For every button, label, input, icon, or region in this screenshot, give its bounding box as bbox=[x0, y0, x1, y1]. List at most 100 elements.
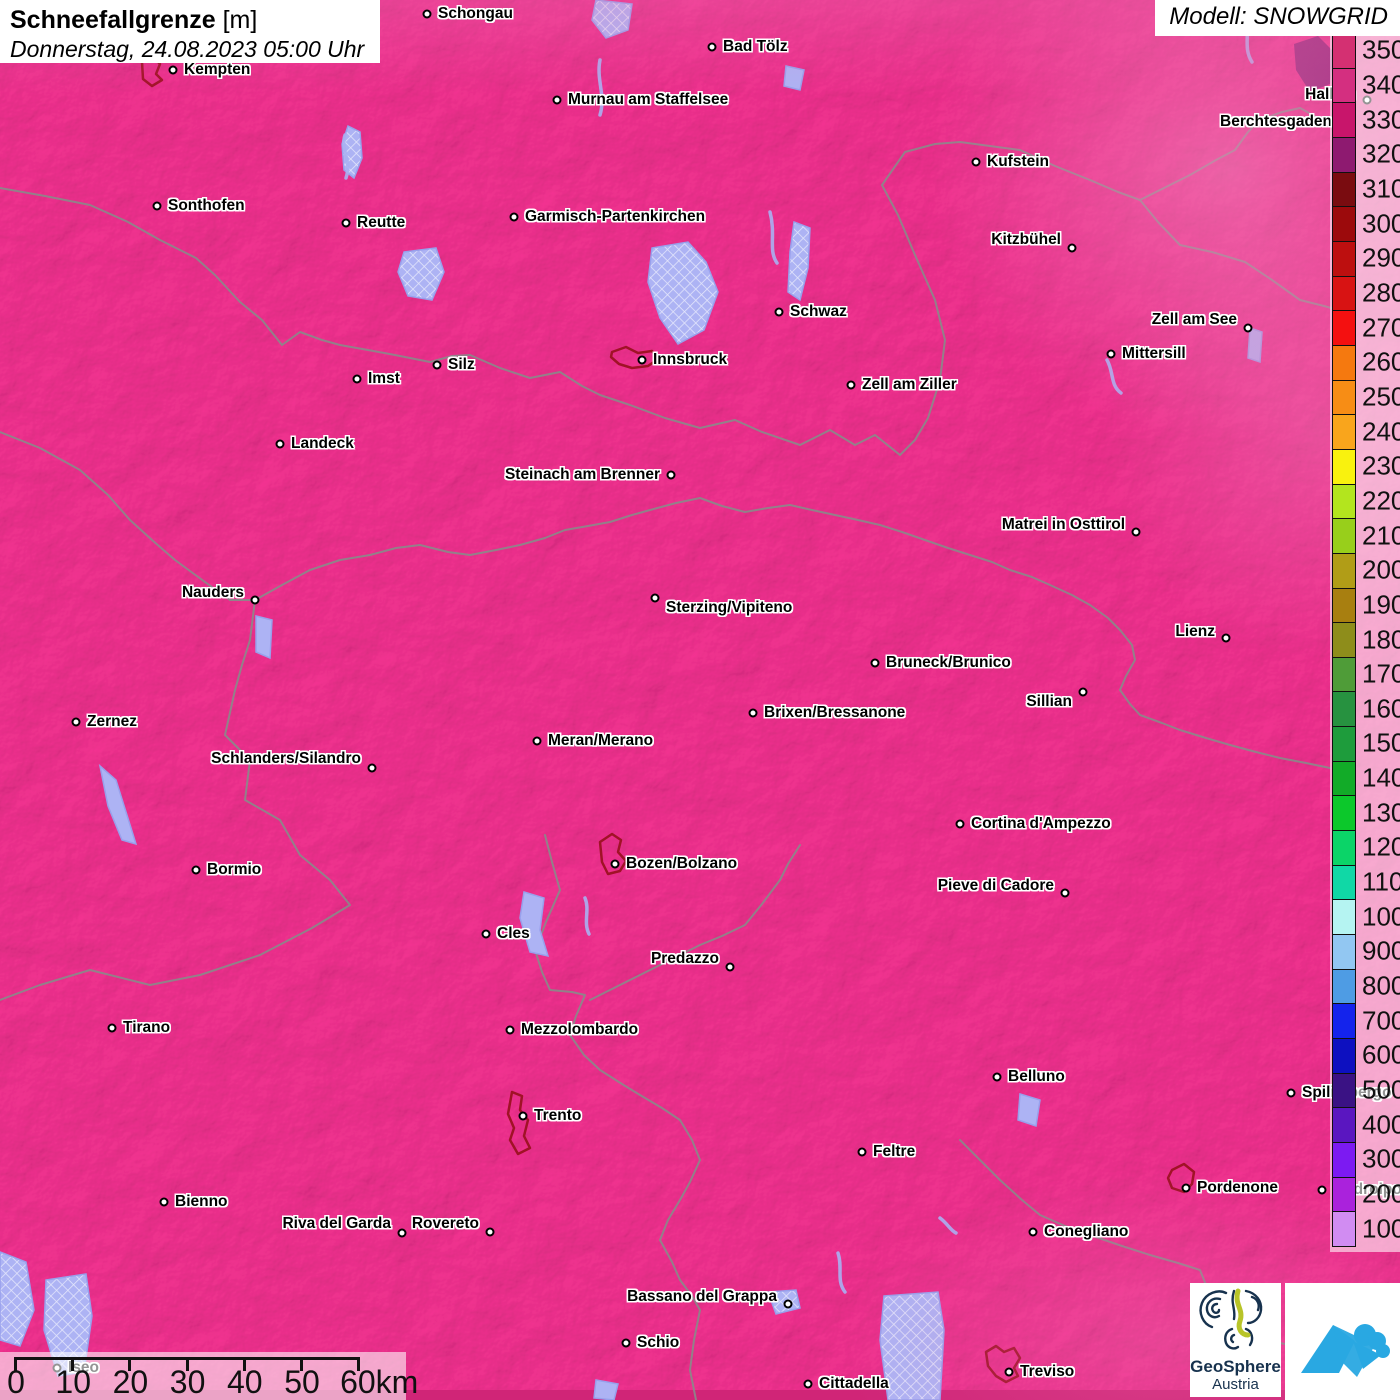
colorbar-cell-2300 bbox=[1332, 448, 1356, 485]
title-box: Schneefallgrenze [m] Donnerstag, 24.08.2… bbox=[0, 0, 380, 63]
geosphere-logo-name: GeoSphere bbox=[1190, 1357, 1281, 1376]
colorbar-cell-3300 bbox=[1332, 102, 1356, 138]
city-marker-bormio bbox=[191, 865, 201, 875]
city-marker-pieve-di-cadore bbox=[1060, 888, 1070, 898]
city-marker-schlanders-silandro bbox=[367, 763, 377, 773]
city-marker-schongau bbox=[422, 9, 432, 19]
model-label: Modell: SNOWGRID bbox=[1169, 3, 1388, 30]
city-marker-mittersill bbox=[1106, 349, 1116, 359]
city-marker-schwaz bbox=[774, 307, 784, 317]
city-label-mezzolombardo: Mezzolombardo bbox=[521, 1021, 639, 1038]
geosphere-logo-icon bbox=[1199, 1288, 1263, 1350]
city-label-kempten: Kempten bbox=[184, 61, 251, 78]
colorbar-cell-2600 bbox=[1332, 344, 1356, 381]
city-marker-matrei-in-osttirol bbox=[1131, 527, 1141, 537]
city-label-sillian: Sillian bbox=[1026, 693, 1072, 710]
city-marker-sterzing-vipiteno bbox=[650, 593, 660, 603]
city-marker-steinach-am-brenner bbox=[666, 470, 676, 480]
city-label-cles: Cles bbox=[497, 925, 530, 942]
city-label-cittadella: Cittadella bbox=[819, 1375, 889, 1392]
city-marker-schio bbox=[621, 1338, 631, 1348]
colorbar-panel: 3500 3400 33003200 3100 30002900 2800 27002600… bbox=[1330, 30, 1400, 1252]
city-marker-meran-merano bbox=[532, 736, 542, 746]
city-marker-feltre bbox=[857, 1147, 867, 1157]
city-label-bienno: Bienno bbox=[175, 1193, 228, 1210]
scale-bar-label-5: 50 bbox=[284, 1364, 320, 1400]
city-label-predazzo: Predazzo bbox=[650, 950, 719, 967]
title-main: Schneefallgrenze bbox=[10, 6, 216, 34]
city-marker-riva-del-garda bbox=[397, 1228, 407, 1238]
city-label-kufstein: Kufstein bbox=[987, 153, 1049, 170]
city-label-garmisch-partenkirchen: Garmisch-Partenkirchen bbox=[525, 208, 706, 225]
colorbar-tick-label-300: 300 bbox=[1362, 1143, 1400, 1174]
city-label-steinach-am-brenner: Steinach am Brenner bbox=[504, 466, 660, 483]
colorbar-cell-100 bbox=[1332, 1211, 1356, 1247]
city-label-meran-merano: Meran/Merano bbox=[548, 732, 654, 749]
city-marker-murnau-am-staffelsee bbox=[552, 95, 562, 105]
city-label-riva-del-garda: Riva del Garda bbox=[282, 1215, 391, 1232]
colorbar-cell-1500 bbox=[1332, 726, 1356, 762]
city-marker-bad-t-lz bbox=[707, 42, 717, 52]
city-label-reutte: Reutte bbox=[357, 214, 406, 231]
city-label-imst: Imst bbox=[368, 370, 400, 387]
colorbar-cell-3200 bbox=[1332, 136, 1356, 173]
city-marker-lienz bbox=[1221, 633, 1231, 643]
city-marker-rovereto bbox=[485, 1227, 495, 1237]
city-marker-tirano bbox=[107, 1023, 117, 1033]
city-label-nauders: Nauders bbox=[181, 584, 244, 601]
city-marker-codroipo bbox=[1317, 1185, 1327, 1195]
scale-bar-label-0: 0 bbox=[7, 1364, 25, 1400]
colorbar-cell-2500 bbox=[1332, 379, 1356, 416]
scale-bar-label-2: 20 bbox=[112, 1364, 149, 1400]
colorbar-tick-label-500: 500 bbox=[1362, 1074, 1400, 1105]
city-label-cortina-d-ampezzo: Cortina d'Ampezzo bbox=[971, 815, 1111, 832]
city-label-brixen-bressanone: Brixen/Bressanone bbox=[764, 704, 906, 721]
colorbar-tick-label-3100: 3100 bbox=[1362, 173, 1400, 204]
colorbar-tick-label-1900: 1900 bbox=[1362, 589, 1400, 620]
colorbar-cell-2200 bbox=[1332, 483, 1356, 520]
colorbar-cell-1200 bbox=[1332, 830, 1356, 866]
colorbar-tick-label-1700: 1700 bbox=[1362, 658, 1400, 689]
city-label-schio: Schio bbox=[637, 1334, 680, 1351]
city-marker-spilimbergo bbox=[1286, 1088, 1296, 1098]
colorbar-cell-2400 bbox=[1332, 414, 1356, 450]
weather-map: Schongau Bad Tölz Kempten Murnau am Staffel… bbox=[0, 0, 1400, 1400]
colorbar-tick-label-2300: 2300 bbox=[1362, 450, 1400, 481]
colorbar-cell-700 bbox=[1332, 1003, 1356, 1040]
city-label-matrei-in-osttirol: Matrei in Osttirol bbox=[1001, 516, 1125, 533]
colorbar-tick-label-1200: 1200 bbox=[1362, 831, 1400, 862]
colorbar-tick-label-2100: 2100 bbox=[1362, 520, 1400, 551]
city-marker-zell-am-see bbox=[1243, 323, 1253, 333]
city-marker-kitzb-hel bbox=[1067, 243, 1077, 253]
city-label-bormio: Bormio bbox=[207, 861, 262, 878]
colorbar-tick-label-800: 800 bbox=[1362, 970, 1400, 1001]
city-marker-landeck bbox=[275, 439, 285, 449]
city-layer: Schongau Bad Tölz Kempten Murnau am Staffel… bbox=[0, 0, 1400, 1400]
colorbar-cell-1900 bbox=[1332, 587, 1356, 624]
colorbar-cell-300 bbox=[1332, 1142, 1356, 1178]
colorbar-cell-2800 bbox=[1332, 275, 1356, 312]
city-marker-imst bbox=[352, 374, 362, 384]
city-label-schwaz: Schwaz bbox=[790, 303, 847, 320]
colorbar-cell-3500 bbox=[1332, 33, 1356, 69]
city-label-feltre: Feltre bbox=[873, 1143, 916, 1160]
colorbar-cell-1300 bbox=[1332, 795, 1356, 832]
colorbar-cell-2000 bbox=[1332, 552, 1356, 589]
geosphere-logo-country: Austria bbox=[1212, 1376, 1259, 1393]
city-marker-bruneck-brunico bbox=[870, 658, 880, 668]
city-label-zell-am-see: Zell am See bbox=[1151, 311, 1237, 328]
scale-bar-label-3: 30 bbox=[169, 1364, 206, 1400]
colorbar-tick-label-2600: 2600 bbox=[1362, 346, 1400, 377]
city-label-belluno: Belluno bbox=[1008, 1068, 1065, 1085]
city-label-schlanders-silandro: Schlanders/Silandro bbox=[211, 750, 361, 767]
city-label-bassano-del-grappa: Bassano del Grappa bbox=[627, 1288, 777, 1305]
city-marker-cittadella bbox=[803, 1379, 813, 1389]
city-marker-nauders bbox=[250, 595, 260, 605]
city-marker-cles bbox=[481, 929, 491, 939]
colorbar-tick-label-3400: 3400 bbox=[1362, 69, 1400, 100]
city-marker-reutte bbox=[341, 218, 351, 228]
city-label-landeck: Landeck bbox=[291, 435, 354, 452]
colorbar-tick-label-1400: 1400 bbox=[1362, 762, 1400, 793]
city-marker-sonthofen bbox=[152, 201, 162, 211]
city-marker-silz bbox=[432, 360, 442, 370]
